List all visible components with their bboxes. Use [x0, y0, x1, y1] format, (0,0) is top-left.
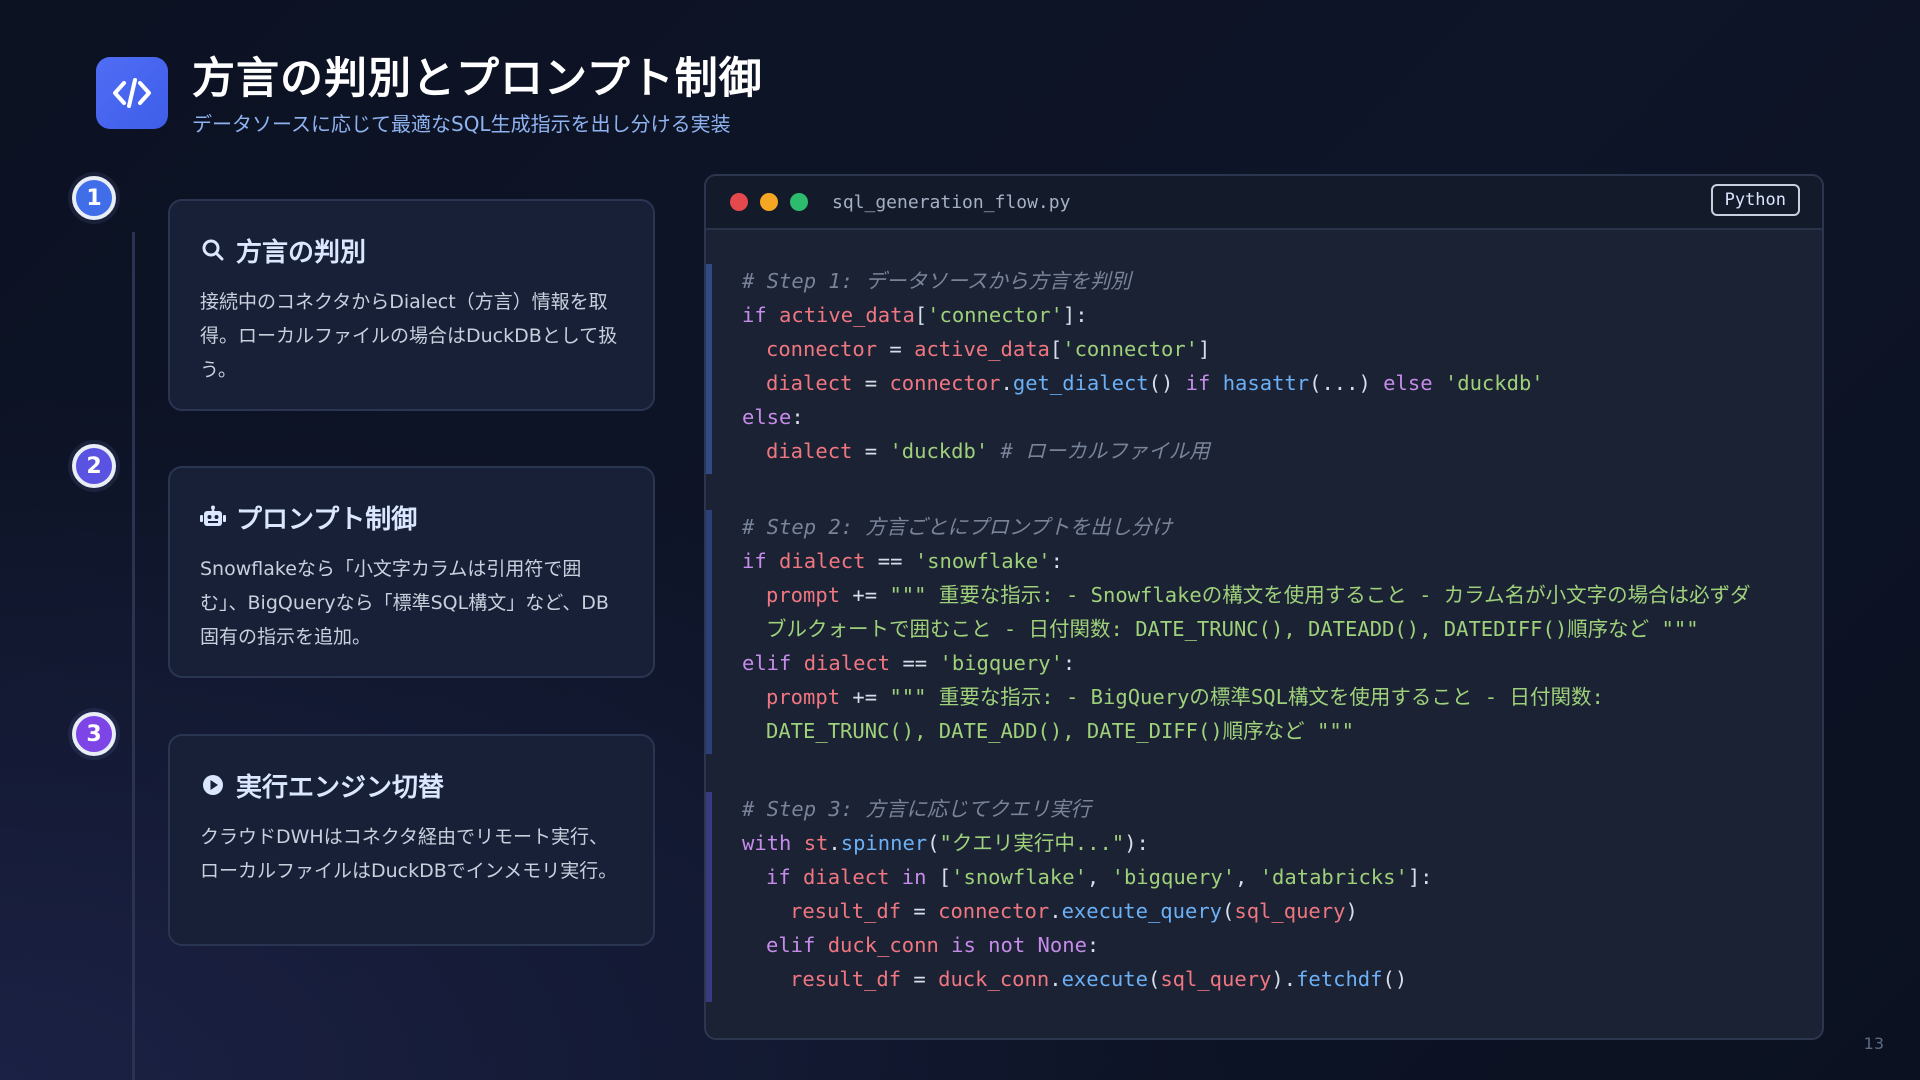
file-name: sql_generation_flow.py: [832, 191, 1071, 213]
code-icon: [96, 57, 168, 129]
card-description: Snowflakeなら「小文字カラムは引用符で囲む」、BigQueryなら「標準…: [200, 558, 609, 648]
code-line: dialect = connector.get_dialect() if has…: [766, 371, 1544, 395]
code-line: ブルクォートで囲むこと - 日付関数: DATE_TRUNC(), DATEAD…: [766, 617, 1699, 641]
code-line: result_df = connector.execute_query(sql_…: [790, 899, 1358, 923]
window-maximize-dot[interactable]: [790, 193, 808, 211]
language-badge: Python: [1710, 184, 1800, 216]
step-card-dialect-detection: 方言の判別 接続中のコネクタからDialect（方言）情報を取得。ローカルファイ…: [168, 199, 655, 411]
code-line: if dialect == 'snowflake':: [742, 549, 1063, 573]
page-subtitle: データソースに応じて最適なSQL生成指示を出し分ける実装: [192, 112, 731, 136]
code-comment: # Step 2: 方言ごとにプロンプトを出し分け: [742, 515, 1173, 539]
code-comment: # Step 1: データソースから方言を判別: [742, 269, 1131, 293]
code-line: prompt += """ 重要な指示: - Snowflakeの構文を使用する…: [766, 583, 1751, 607]
code-comment: # Step 3: 方言に応じてクエリ実行: [742, 797, 1091, 821]
code-block-step-1: # Step 1: データソースから方言を判別 if active_data['…: [706, 264, 1822, 474]
code-line: if dialect in ['snowflake', 'bigquery', …: [766, 865, 1433, 889]
code-window: sql_generation_flow.py Python # Step 1: …: [704, 174, 1824, 1040]
code-line: elif dialect == 'bigquery':: [742, 651, 1076, 675]
page-title: 方言の判別とプロンプト制御: [192, 54, 763, 104]
timeline-line: [132, 232, 135, 1080]
code-line: else:: [742, 405, 804, 429]
code-line: elif duck_conn is not None:: [766, 933, 1100, 957]
card-description: 接続中のコネクタからDialect（方言）情報を取得。ローカルファイルの場合はD…: [200, 291, 618, 381]
code-titlebar: sql_generation_flow.py Python: [706, 176, 1822, 230]
code-line: with st.spinner("クエリ実行中..."):: [742, 831, 1149, 855]
step-badge-2: 2: [72, 444, 116, 488]
card-description: クラウドDWHはコネクタ経由でリモート実行、ローカルファイルはDuckDBでイン…: [200, 826, 618, 882]
step-card-engine-switch: 実行エンジン切替 クラウドDWHはコネクタ経由でリモート実行、ローカルファイルは…: [168, 734, 655, 946]
code-line: connector = active_data['connector']: [766, 337, 1211, 361]
play-circle-icon: [200, 772, 226, 798]
window-minimize-dot[interactable]: [760, 193, 778, 211]
code-line: DATE_TRUNC(), DATE_ADD(), DATE_DIFF()順序な…: [766, 719, 1355, 743]
code-line: result_df = duck_conn.execute(sql_query)…: [790, 967, 1408, 991]
step-badge-3: 3: [72, 712, 116, 756]
step-card-prompt-control: プロンプト制御 Snowflakeなら「小文字カラムは引用符で囲む」、BigQu…: [168, 466, 655, 678]
step-badge-1: 1: [72, 176, 116, 220]
code-line: dialect = 'duckdb' # ローカルファイル用: [766, 439, 1210, 463]
search-icon: [200, 237, 226, 263]
code-line: prompt += """ 重要な指示: - BigQueryの標準SQL構文を…: [766, 685, 1604, 709]
code-block-step-3: # Step 3: 方言に応じてクエリ実行 with st.spinner("ク…: [706, 792, 1822, 1002]
window-close-dot[interactable]: [730, 193, 748, 211]
page-number: 13: [1863, 1034, 1884, 1053]
robot-icon: [200, 504, 226, 530]
card-title: 実行エンジン切替: [236, 772, 445, 803]
code-line: if active_data['connector']:: [742, 303, 1088, 327]
card-title: 方言の判別: [236, 237, 367, 268]
code-block-step-2: # Step 2: 方言ごとにプロンプトを出し分け if dialect == …: [706, 510, 1822, 754]
card-title: プロンプト制御: [236, 504, 418, 535]
